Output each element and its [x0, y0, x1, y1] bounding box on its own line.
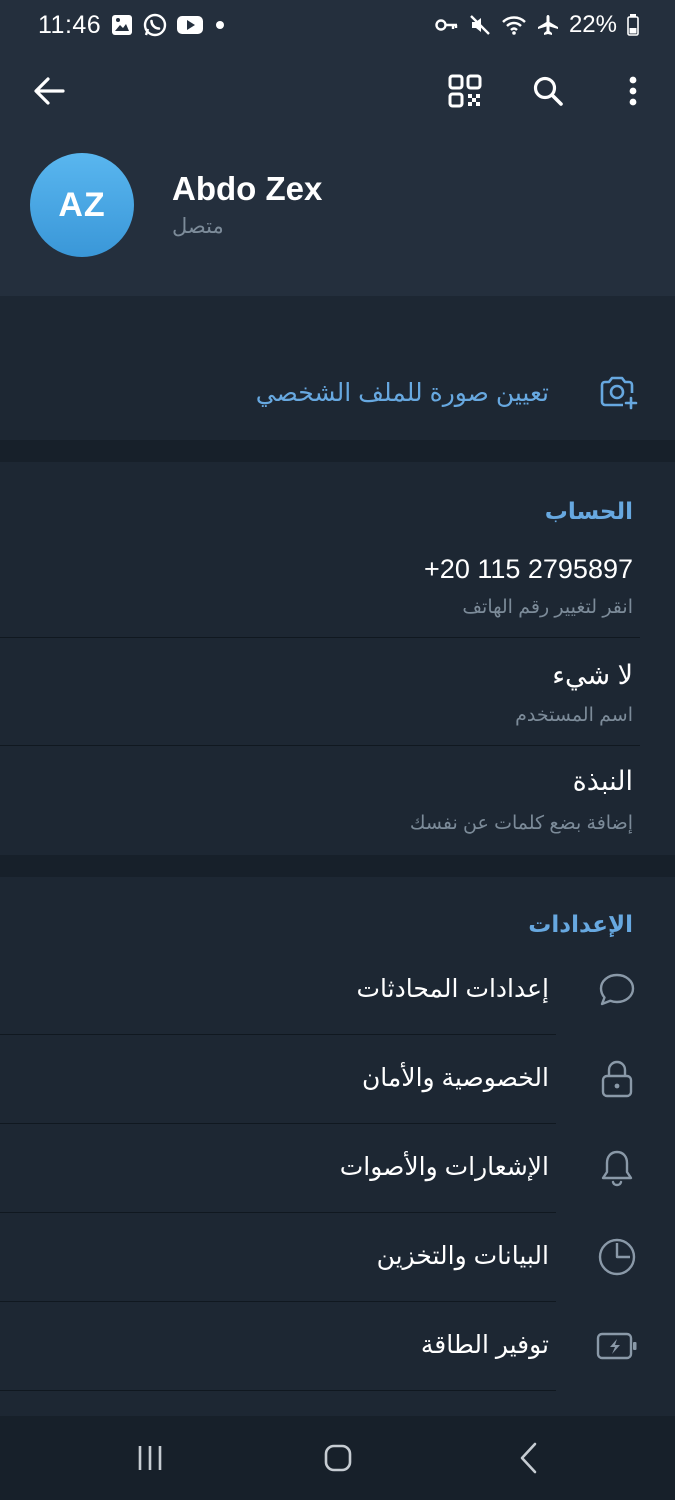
setting-item-label: البيانات والتخزين	[376, 1242, 549, 1270]
setting-item-label: إعدادات المحادثات	[356, 975, 549, 1003]
status-left: 11:46	[38, 11, 227, 40]
set-profile-photo-row[interactable]: تعيين صورة للملف الشخصي	[0, 340, 675, 440]
username-row[interactable]: لا شيء اسم المستخدم	[0, 638, 675, 746]
wifi-icon	[501, 14, 527, 36]
phone-row[interactable]: +20 115 2795897 انقر لتغيير رقم الهاتف	[0, 534, 675, 638]
profile-name: Abdo Zex	[172, 170, 323, 207]
username-value: لا شيء	[552, 660, 633, 690]
gallery-icon	[111, 14, 133, 36]
home-icon	[324, 1444, 352, 1472]
youtube-icon	[177, 15, 204, 35]
more-button[interactable]	[605, 63, 661, 119]
setting-item-label: توفير الطاقة	[420, 1331, 549, 1359]
setting-item-chats[interactable]: إعدادات المحادثات	[0, 946, 675, 1035]
bio-hint: إضافة بضع كلمات عن نفسك	[409, 813, 633, 834]
username-label: اسم المستخدم	[515, 705, 633, 726]
bell-icon	[595, 1146, 639, 1190]
setting-item-label: الإشعارات والأصوات	[339, 1153, 549, 1181]
system-nav-bar	[0, 1416, 675, 1500]
home-button[interactable]	[308, 1436, 368, 1480]
phone-hint: انقر لتغيير رقم الهاتف	[462, 597, 633, 618]
row-divider	[0, 1390, 556, 1391]
airplane-icon	[537, 14, 559, 36]
more-vertical-icon	[629, 76, 637, 106]
profile-status: متصل	[172, 215, 224, 238]
nav-back-button[interactable]	[499, 1436, 559, 1480]
nav-back-icon	[520, 1442, 537, 1474]
lock-icon	[595, 1057, 639, 1101]
camera-add-icon	[599, 374, 639, 415]
status-time: 11:46	[38, 10, 102, 39]
setting-item-power-saving[interactable]: توفير الطاقة	[0, 1302, 675, 1391]
avatar[interactable]: AZ	[30, 153, 134, 257]
setting-item-privacy[interactable]: الخصوصية والأمان	[0, 1035, 675, 1124]
battery-icon	[627, 14, 639, 36]
battery-charging-icon	[595, 1324, 639, 1368]
back-button[interactable]	[21, 63, 77, 119]
bio-title: النبذة	[572, 766, 633, 796]
account-section-title: الحساب	[544, 498, 633, 524]
qr-code-button[interactable]	[437, 63, 493, 119]
arrow-left-icon	[34, 77, 65, 105]
vpn-key-icon	[435, 17, 459, 33]
account-section: الحساب +20 115 2795897 انقر لتغيير رقم ا…	[0, 462, 675, 855]
mute-icon	[469, 14, 491, 36]
settings-section: الإعدادات إعدادات المحادثات الخصوصية وال…	[0, 877, 675, 1416]
dot-icon	[213, 18, 227, 32]
setting-item-data-storage[interactable]: البيانات والتخزين	[0, 1213, 675, 1302]
pie-chart-icon	[595, 1235, 639, 1279]
recents-button[interactable]	[120, 1436, 180, 1480]
setting-item-notifications[interactable]: الإشعارات والأصوات	[0, 1124, 675, 1213]
chat-bubble-icon	[595, 968, 639, 1012]
set-profile-photo-label: تعيين صورة للملف الشخصي	[255, 379, 549, 407]
phone-number: +20 115 2795897	[424, 554, 633, 584]
avatar-initials: AZ	[58, 185, 106, 224]
search-icon	[533, 76, 563, 106]
settings-section-title: الإعدادات	[528, 911, 633, 937]
status-right: 22%	[435, 11, 639, 39]
section-divider	[0, 440, 675, 462]
bio-row[interactable]: النبذة إضافة بضع كلمات عن نفسك	[0, 746, 675, 854]
search-button[interactable]	[520, 63, 576, 119]
whatsapp-icon	[143, 13, 167, 37]
setting-item-label: الخصوصية والأمان	[361, 1064, 549, 1092]
battery-percent: 22%	[568, 11, 617, 38]
recents-icon	[138, 1446, 162, 1470]
status-bar: 11:46 22%	[0, 0, 675, 50]
section-divider	[0, 855, 675, 877]
qr-code-icon	[448, 74, 482, 108]
